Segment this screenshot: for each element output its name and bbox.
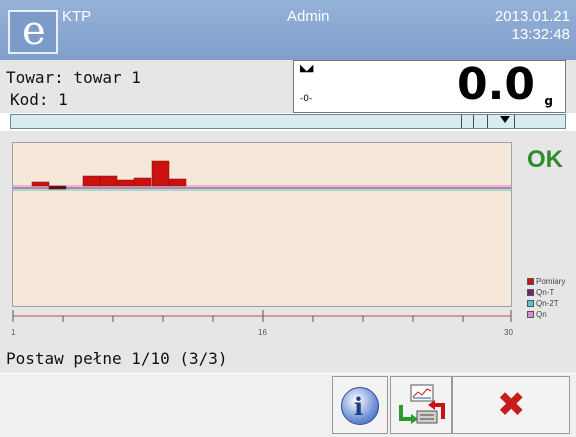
chart-bar [151, 160, 170, 187]
chart-legend: Pomiary Qn-T Qn-2T Qn [527, 276, 565, 320]
chart-bar [168, 178, 187, 187]
legend-label: Qn-2T [536, 299, 559, 308]
chart-bar [99, 175, 118, 187]
chart-bar [133, 177, 152, 187]
cancel-button[interactable]: ✖ [452, 376, 570, 434]
x-tick-label: 30 [504, 328, 513, 337]
chart-bar [48, 185, 67, 190]
legend-swatch [527, 278, 534, 285]
sequence-button[interactable] [390, 376, 452, 434]
sequence-icon [399, 384, 445, 424]
chart-bar [82, 175, 101, 187]
legend-label: Pomiary [536, 277, 566, 286]
legend-item: Pomiary [527, 276, 565, 287]
legend-item: Qn [527, 309, 565, 320]
chart-bar [31, 181, 50, 187]
legend-item: Qn-T [527, 287, 565, 298]
status-bar: Postaw pełne 1/10 (3/3) [0, 346, 576, 373]
legend-swatch [527, 311, 534, 318]
status-message: Postaw pełne 1/10 (3/3) [6, 349, 228, 368]
legend-item: Qn-2T [527, 298, 565, 309]
result-ok: OK [527, 146, 563, 173]
legend-swatch [527, 300, 534, 307]
info-button[interactable]: i [332, 376, 388, 434]
x-tick-label: 16 [258, 328, 267, 337]
cancel-icon: ✖ [497, 385, 526, 425]
chart-bar [116, 179, 135, 187]
x-tick-label: 1 [11, 328, 16, 337]
legend-label: Qn-T [536, 288, 555, 297]
info-icon: i [341, 387, 379, 425]
legend-label: Qn [536, 310, 547, 319]
info-glyph: i [354, 392, 364, 421]
legend-swatch [527, 289, 534, 296]
